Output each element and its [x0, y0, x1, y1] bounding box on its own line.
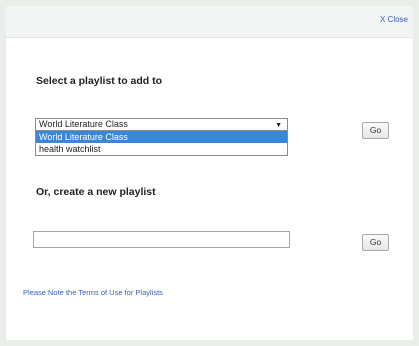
new-playlist-name-input[interactable] [33, 231, 290, 248]
playlist-select[interactable]: World Literature Class ▼ [35, 118, 288, 131]
playlist-select-value: World Literature Class [39, 119, 128, 129]
dialog-header: X Close [6, 6, 413, 38]
playlist-dropdown-list: World Literature Class health watchlist [35, 131, 288, 156]
add-to-playlist-go-button[interactable]: Go [362, 122, 389, 139]
playlist-option-health-watchlist[interactable]: health watchlist [36, 143, 287, 155]
playlist-option-world-literature-class[interactable]: World Literature Class [36, 131, 287, 143]
select-playlist-heading: Select a playlist to add to [36, 75, 163, 87]
close-link[interactable]: X Close [380, 15, 408, 24]
create-playlist-heading: Or, create a new playlist [36, 186, 156, 198]
create-playlist-go-button[interactable]: Go [362, 234, 389, 251]
add-to-playlist-dialog: X Close Select a playlist to add to Worl… [6, 6, 413, 340]
terms-of-use-link[interactable]: Please Note the Terms of Use for Playlis… [23, 288, 163, 297]
